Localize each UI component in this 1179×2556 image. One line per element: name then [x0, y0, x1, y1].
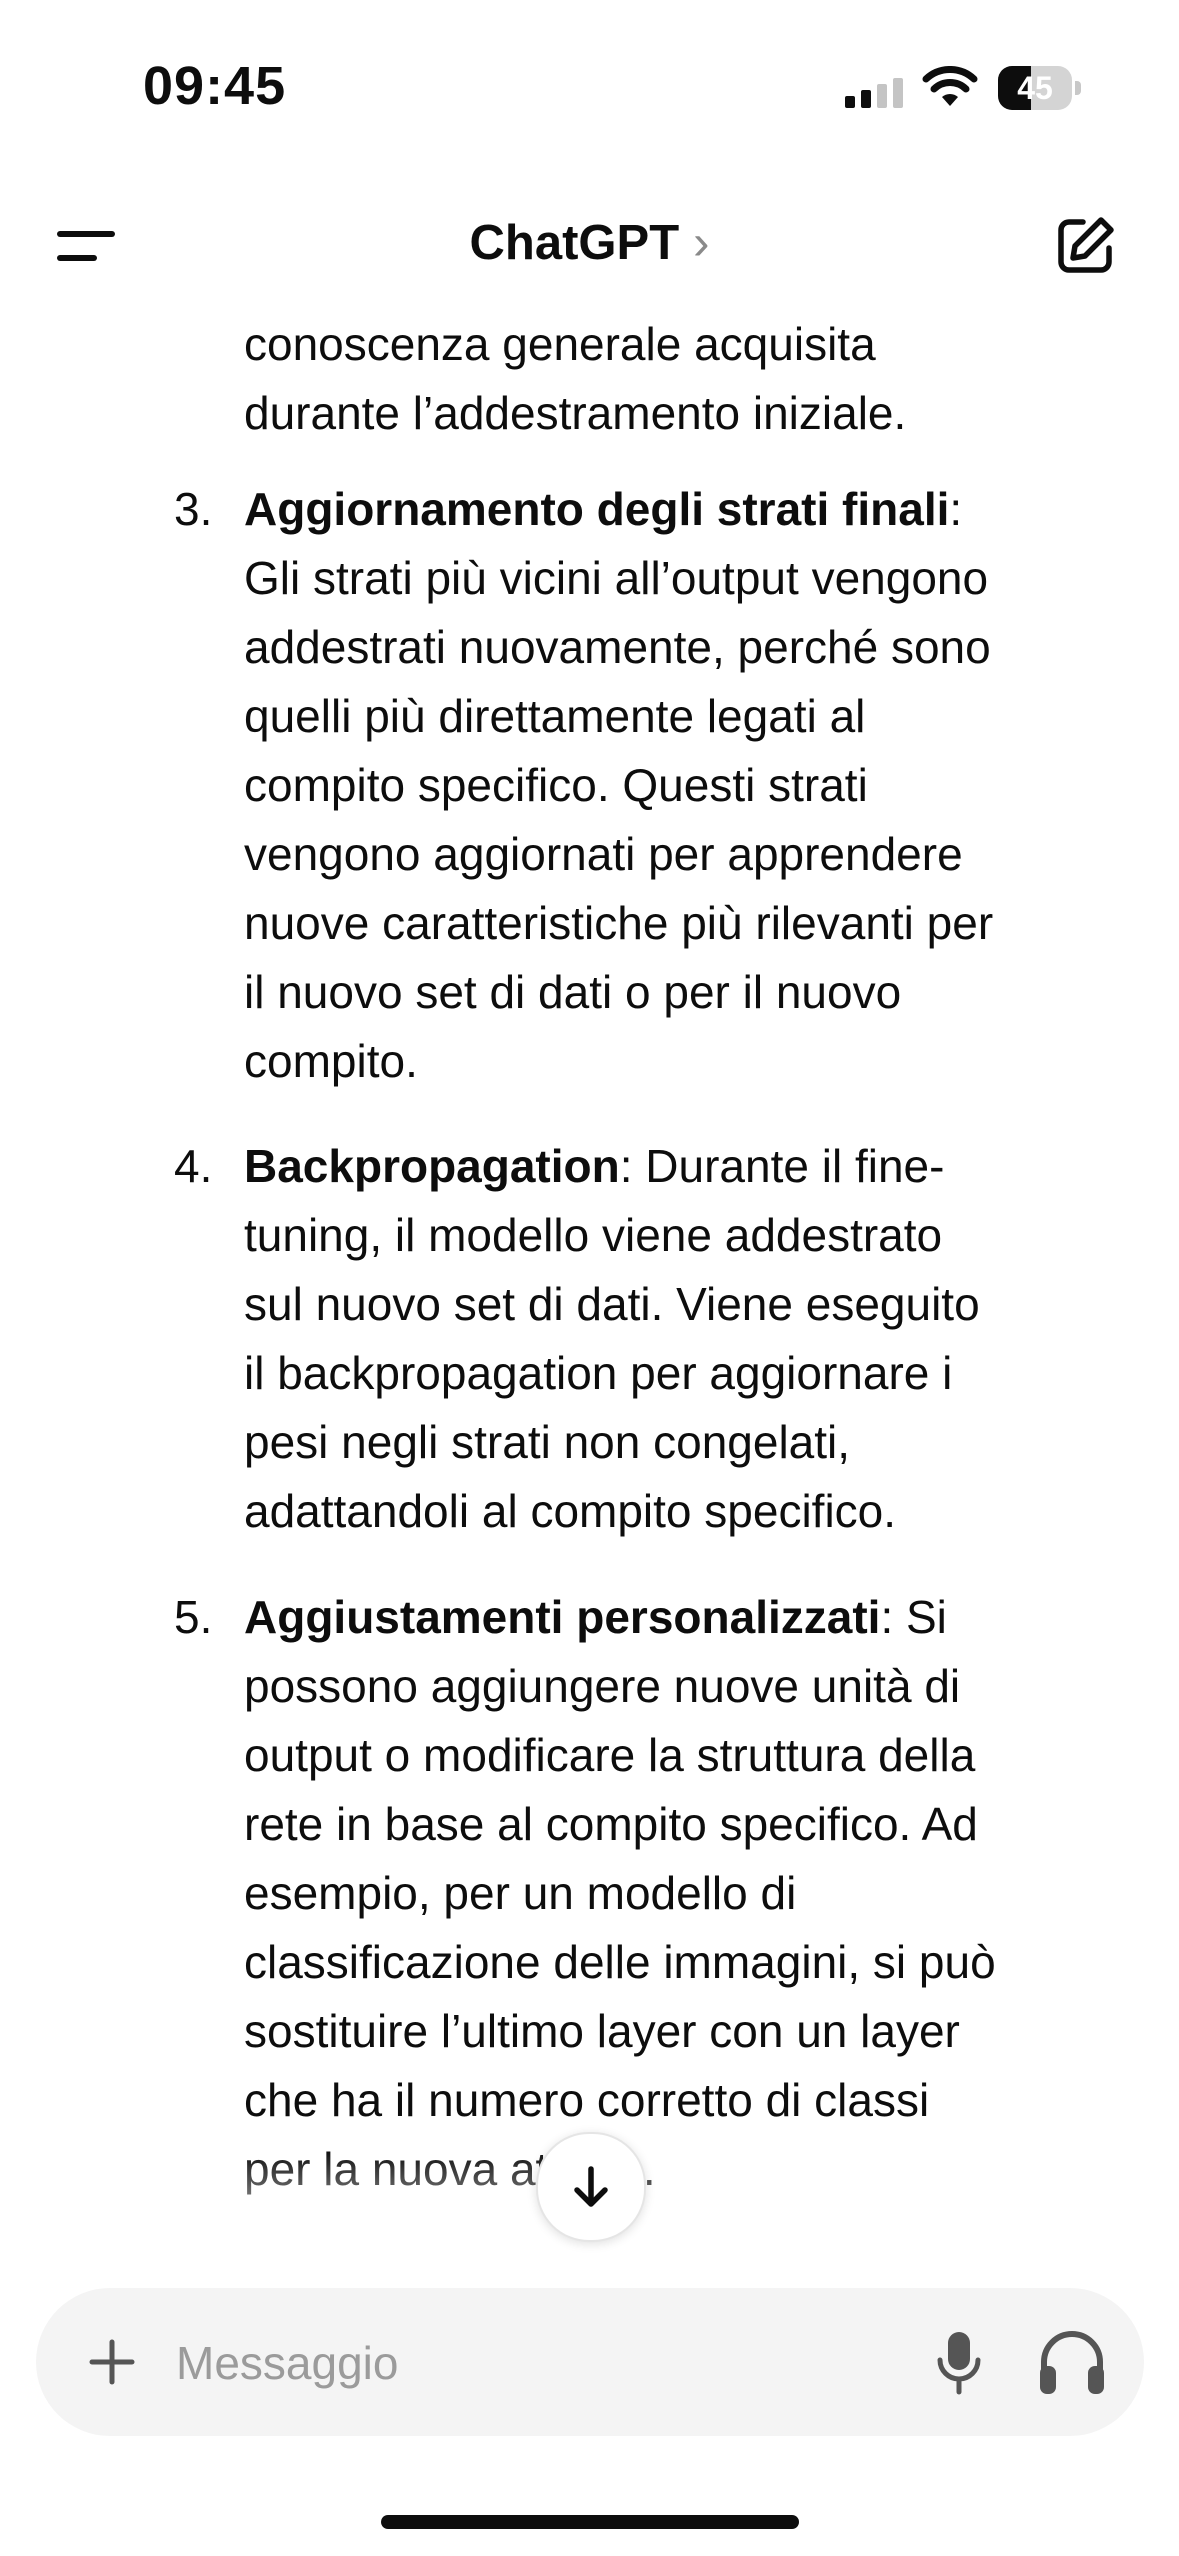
new-chat-icon[interactable] [1055, 214, 1117, 276]
text-line: quelli più direttamente legati al [244, 690, 866, 742]
list-item-text: Aggiustamenti personalizzati: Si possono… [244, 1583, 1124, 2204]
list-item-heading: Aggiustamenti personalizzati [244, 1591, 881, 1643]
text-line: Gli strati più vicini all’output vengono [244, 552, 989, 604]
list-number: 5. [174, 1591, 213, 1643]
text-line: possono aggiungere nuove unità di [244, 1660, 961, 1712]
text-line: che ha il numero corretto di classi [244, 2074, 930, 2126]
message-input[interactable] [174, 2326, 938, 2400]
list-item-text: Aggiornamento degli strati finali: Gli s… [244, 475, 1124, 1096]
battery-percentage: 45 [1017, 70, 1053, 106]
text-line: il backpropagation per aggiornare i [244, 1347, 953, 1399]
text-line: addestrati nuovamente, perché sono [244, 621, 991, 673]
text-line: Aggiornamento degli strati finali: [244, 483, 963, 535]
text-line: il nuovo set di dati o per il nuovo [244, 966, 902, 1018]
text-line: rete in base al compito specifico. Ad [244, 1798, 978, 1850]
message-composer [36, 2288, 1144, 2436]
battery-icon: 45 [998, 66, 1072, 110]
wifi-icon [922, 66, 978, 106]
text-line: output o modificare la struttura della [244, 1729, 976, 1781]
chevron-right-icon: › [693, 216, 710, 270]
cellular-signal-icon [845, 78, 903, 108]
status-time: 09:45 [143, 56, 287, 116]
page-title: ChatGPT [469, 216, 680, 270]
text-line: sostituire l’ultimo layer con un layer [244, 2005, 960, 2057]
battery-cap [1075, 81, 1081, 95]
model-selector[interactable]: ChatGPT › [0, 215, 1179, 271]
text-line: compito specifico. Questi strati [244, 759, 868, 811]
scroll-to-bottom-button[interactable] [536, 2132, 646, 2242]
list-number: 3. [174, 483, 213, 535]
text-line: vengono aggiornati per apprendere [244, 828, 963, 880]
list-item-heading: Backpropagation [244, 1140, 620, 1192]
text-line: compito. [244, 1035, 418, 1087]
mic-icon[interactable] [936, 2328, 982, 2396]
home-indicator [381, 2515, 799, 2529]
chat-header: ChatGPT › [0, 180, 1179, 310]
headphones-icon[interactable] [1036, 2328, 1108, 2396]
list-number: 4. [174, 1140, 213, 1192]
text-line: Aggiustamenti personalizzati: Si [244, 1591, 947, 1643]
text-line: nuove caratteristiche più rilevanti per [244, 897, 994, 949]
paragraph-continuation: conoscenza generale acquisita durante l’… [244, 310, 1124, 448]
list-item-text: Backpropagation: Durante il fine- tuning… [244, 1132, 1124, 1546]
text-line: sul nuovo set di dati. Viene eseguito [244, 1278, 980, 1330]
text-line: tuning, il modello viene addestrato [244, 1209, 943, 1261]
text-line: durante l’addestramento iniziale. [244, 387, 907, 439]
status-bar: 09:45 45 [0, 0, 1179, 180]
list-item-heading: Aggiornamento degli strati finali [244, 483, 950, 535]
text-line: conoscenza generale acquisita [244, 318, 876, 370]
arrow-down-icon [574, 2166, 608, 2207]
battery-indicator: 45 [998, 66, 1084, 110]
text-line: adattandoli al compito specifico. [244, 1485, 897, 1537]
text-line: Backpropagation: Durante il fine- [244, 1140, 945, 1192]
text-line: esempio, per un modello di [244, 1867, 797, 1919]
plus-icon[interactable] [84, 2334, 140, 2390]
text-line: pesi negli strati non congelati, [244, 1416, 851, 1468]
text-line: classificazione delle immagini, si può [244, 1936, 996, 1988]
